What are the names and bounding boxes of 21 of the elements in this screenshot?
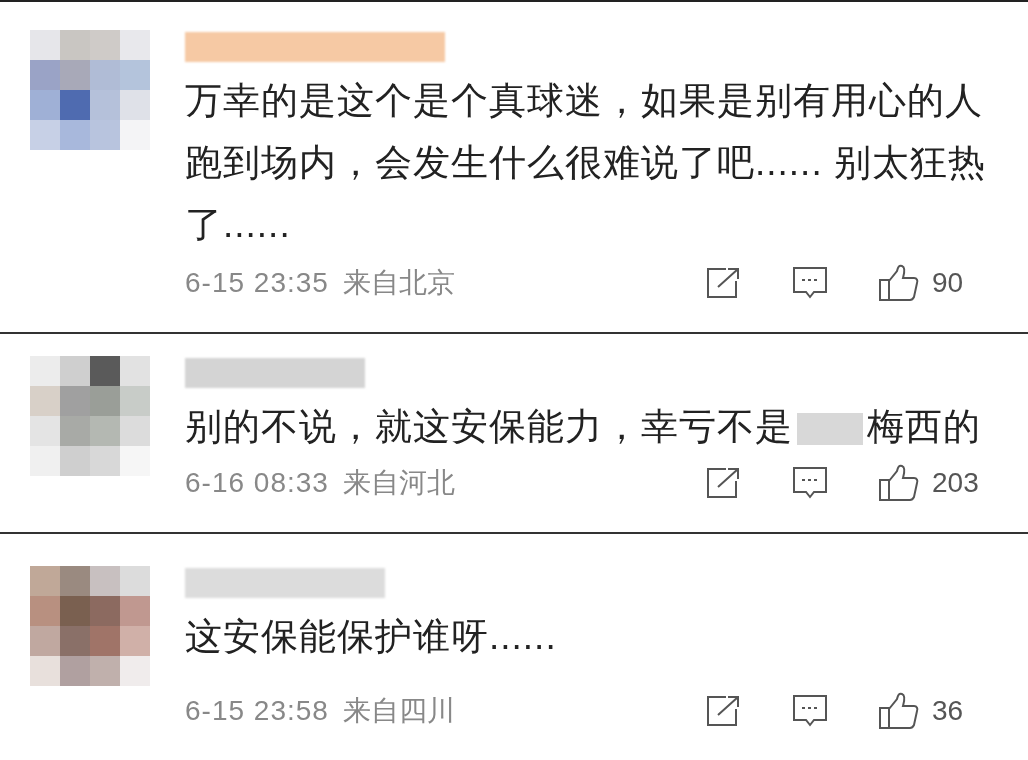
- comment-text: 万幸的是这个是个真球迷，如果是别有用心的人跑到场内，会发生什么很难说了吧...... 别太狂热了......: [185, 79, 987, 247]
- thumbs-up-icon[interactable]: [878, 692, 920, 730]
- comment-location: 来自四川: [342, 694, 455, 728]
- like-count: 90: [932, 266, 965, 300]
- comment-time: 6-15 23:35: [185, 266, 329, 300]
- comment-text: 别的不说，就这安保能力，幸亏不是 梅西的: [185, 405, 982, 449]
- share-icon[interactable]: [706, 267, 742, 299]
- share-icon[interactable]: [706, 695, 742, 727]
- like-count: 36: [932, 694, 965, 728]
- comment-location: 来自北京: [342, 266, 455, 300]
- comment-time: 6-16 08:33: [185, 466, 329, 500]
- comment-text: 这安保能保护谁呀......: [185, 615, 558, 659]
- share-icon[interactable]: [706, 467, 742, 499]
- comment-icon[interactable]: [792, 266, 828, 300]
- thumbs-up-icon[interactable]: [878, 264, 920, 302]
- comment-time: 6-15 23:58: [185, 694, 329, 728]
- comment-icon[interactable]: [792, 466, 828, 500]
- comment-icon[interactable]: [792, 694, 828, 728]
- comment-location: 来自河北: [342, 466, 455, 500]
- like-count: 203: [932, 466, 980, 500]
- thumbs-up-icon[interactable]: [878, 464, 920, 502]
